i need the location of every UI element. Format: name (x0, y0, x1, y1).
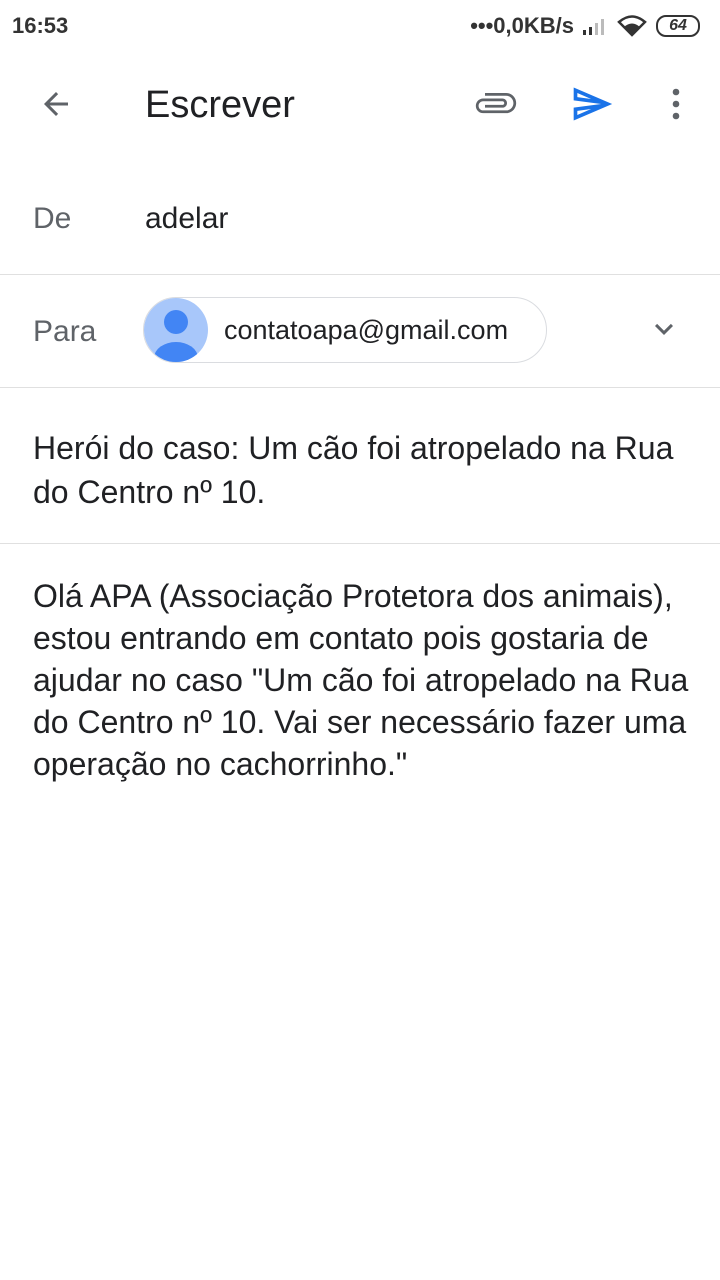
recipient-chip[interactable]: contatoapa@gmail.com (143, 297, 547, 363)
page-title: Escrever (145, 84, 295, 126)
status-bar: 16:53 •••0,0KB/s 64 (0, 0, 720, 52)
to-row[interactable]: Para contatoapa@gmail.com (0, 275, 720, 388)
app-bar: Escrever (0, 52, 720, 160)
network-speed: •••0,0KB/s (470, 13, 574, 38)
from-value[interactable]: adelar (145, 202, 228, 236)
more-vert-icon (658, 84, 694, 129)
from-row[interactable]: De adelar (0, 160, 720, 275)
subject-row[interactable]: Herói do caso: Um cão foi atropelado na … (0, 388, 720, 544)
recipient-email: contatoapa@gmail.com (224, 314, 509, 345)
send-button[interactable] (564, 82, 620, 130)
paperclip-icon (474, 82, 518, 131)
from-label: De (33, 202, 72, 235)
back-button[interactable] (28, 82, 84, 130)
battery-icon: 64 (656, 15, 700, 37)
signal-icon (582, 16, 608, 36)
expand-recipients-button[interactable] (644, 311, 684, 351)
to-label: Para (33, 315, 97, 348)
chevron-down-icon (646, 311, 682, 352)
send-icon (570, 82, 614, 131)
subject-field[interactable]: Herói do caso: Um cão foi atropelado na … (33, 426, 693, 514)
status-icons: •••0,0KB/s 64 (470, 13, 700, 39)
attach-button[interactable] (468, 82, 524, 130)
body-field[interactable]: Olá APA (Associação Protetora dos animai… (33, 575, 693, 785)
wifi-icon (616, 14, 648, 38)
more-options-button[interactable] (656, 82, 696, 130)
status-time: 16:53 (12, 13, 69, 38)
arrow-back-icon (38, 86, 74, 127)
avatar-icon (144, 298, 208, 362)
